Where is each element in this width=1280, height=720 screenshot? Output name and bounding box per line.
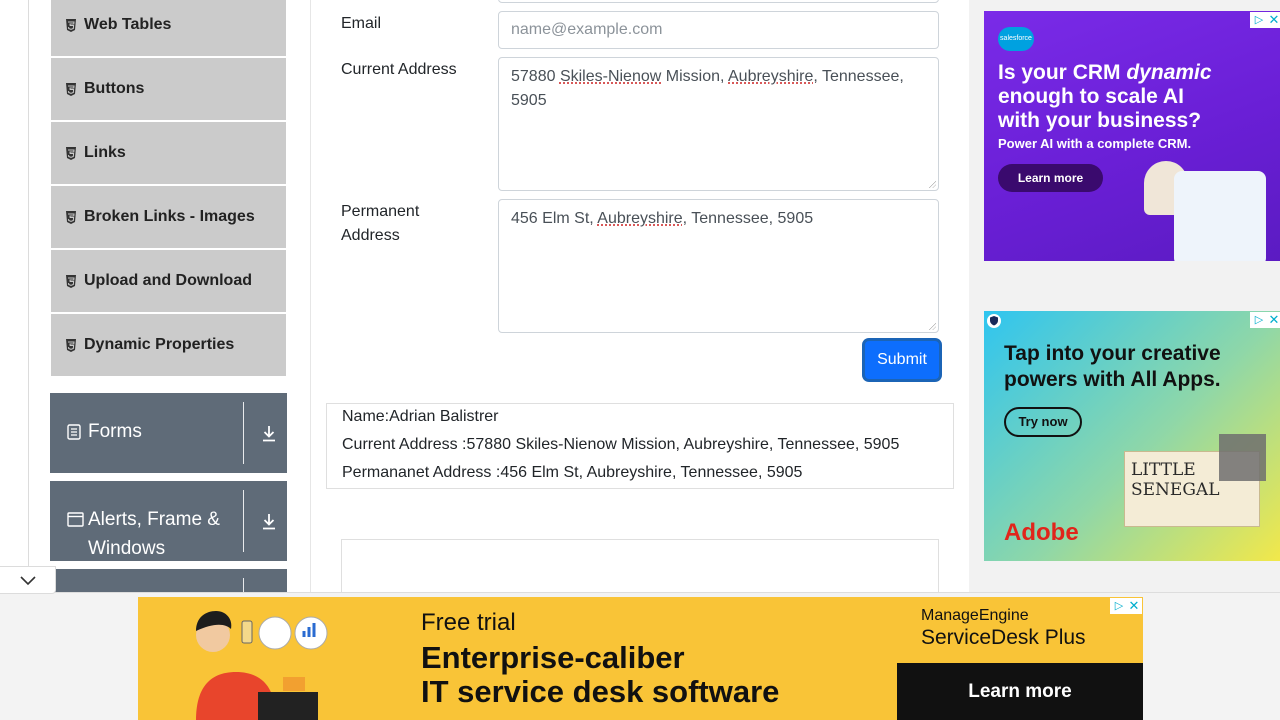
ad-overlay-square	[1219, 434, 1266, 481]
email-label: Email	[341, 15, 382, 32]
ad-headline-italic: dynamic	[1126, 61, 1212, 84]
html5-icon	[66, 210, 76, 224]
email-placeholder: name@example.com	[511, 21, 663, 38]
output-current-address: Current Address :57880 Skiles-Nienow Mis…	[342, 436, 900, 453]
output-panel: Name:Adrian Balistrer Current Address :5…	[326, 403, 954, 489]
html5-icon	[66, 338, 76, 352]
close-icon[interactable]: ✕	[1126, 598, 1142, 614]
divider	[243, 490, 244, 552]
shield-icon	[987, 314, 1001, 328]
group-header-alerts-frames[interactable]: Alerts, Frame & Windows	[50, 481, 287, 561]
name-field-bottom-edge[interactable]	[498, 0, 939, 3]
ad-adobe-banner[interactable]: Tap into your creative powers with All A…	[984, 311, 1280, 561]
sidebar-item-label: Links	[84, 144, 126, 161]
sidebar-item-links[interactable]: Links	[51, 122, 286, 184]
download-icon[interactable]	[261, 425, 277, 442]
ad-headline: Enterprise-caliber IT service desk softw…	[421, 641, 779, 709]
form-icon	[67, 424, 81, 440]
ad-headline-line2: enough to scale AI	[998, 85, 1184, 108]
ad-headline-line2: powers with All Apps.	[1004, 368, 1221, 391]
current-address-textarea[interactable]: 57880 Skiles-Nienow Mission, Aubreyshire…	[498, 57, 939, 191]
ad-headline-line1: Enterprise-caliber	[421, 640, 685, 675]
permanent-address-textarea[interactable]: 456 Elm St, Aubreyshire, Tennessee, 5905	[498, 199, 939, 333]
ad-cta-button[interactable]: Learn more	[897, 663, 1143, 720]
close-icon[interactable]: ✕	[1266, 312, 1280, 328]
sidebar-item-label: Upload and Download	[84, 272, 252, 289]
submit-button[interactable]: Submit	[865, 341, 939, 379]
sidebar-item-upload-download[interactable]: Upload and Download	[51, 250, 286, 312]
close-icon[interactable]: ✕	[1266, 12, 1280, 28]
ad-headline-line2: IT service desk software	[421, 674, 780, 709]
resize-handle[interactable]	[929, 323, 936, 330]
group-header-forms[interactable]: Forms	[50, 393, 287, 473]
window-icon	[67, 512, 84, 527]
ad-subline: Power AI with a complete CRM.	[998, 136, 1192, 151]
download-icon[interactable]	[261, 513, 277, 530]
poster-line2: SENEGAL	[1131, 480, 1220, 500]
ad-brand: salesforce	[1000, 35, 1032, 42]
salesforce-logo-icon: salesforce	[998, 27, 1034, 51]
collapse-ad-button[interactable]	[0, 566, 56, 594]
sidebar-item-web-tables[interactable]: Web Tables	[51, 0, 286, 56]
permanent-address-label-line2: Address	[341, 227, 400, 244]
sidebar-item-label: Broken Links - Images	[84, 208, 255, 225]
sidebar-item-dynamic-properties[interactable]: Dynamic Properties	[51, 314, 286, 376]
ad-headline: Tap into your creative powers with All A…	[1004, 341, 1221, 393]
output-name: Name:Adrian Balistrer	[342, 408, 499, 425]
html5-icon	[66, 18, 76, 32]
ad-kicker: Free trial	[421, 609, 516, 636]
sidebar-item-broken-links[interactable]: Broken Links - Images	[51, 186, 286, 248]
html5-icon	[66, 82, 76, 96]
current-address-label: Current Address	[341, 61, 457, 78]
adobe-logo: Adobe	[1004, 519, 1079, 546]
sidebar-item-buttons[interactable]: Buttons	[51, 58, 286, 120]
left-panel-border	[310, 0, 311, 592]
ad-cta-button[interactable]: Try now	[1004, 407, 1082, 437]
ad-headline: Is your CRM dynamic enough to scale AI w…	[998, 61, 1212, 133]
text-segment: Mission,	[661, 68, 728, 85]
ad-headline-line3: with your business?	[998, 109, 1202, 132]
output-permanent-address: Permananet Address :456 Elm St, Aubreysh…	[342, 464, 803, 481]
ad-headline-part: Is your CRM	[998, 61, 1127, 84]
group-label-line2: Windows	[88, 538, 166, 559]
ad-servicedesk-banner[interactable]: Free trial Enterprise-caliber IT service…	[138, 597, 1143, 720]
ad-illustration	[196, 611, 328, 720]
spellcheck-word: Skiles-Nienow	[559, 68, 662, 85]
empty-content-box	[341, 539, 939, 599]
resize-handle[interactable]	[929, 181, 936, 188]
chevron-down-icon	[20, 576, 36, 586]
spellcheck-word: Aubreyshire	[728, 68, 814, 85]
text-segment: , Tennessee, 5905	[682, 210, 814, 227]
brand-line1: ManageEngine	[921, 607, 1029, 624]
ad-headline-line1: Tap into your creative	[1004, 342, 1221, 365]
ad-crm-banner[interactable]: salesforce Is your CRM dynamic enough to…	[984, 11, 1280, 261]
sidebar-item-label: Dynamic Properties	[84, 336, 235, 353]
email-input[interactable]: name@example.com	[498, 11, 939, 49]
group-label: Forms	[88, 421, 142, 442]
ad-chat-mockup	[1174, 171, 1266, 261]
poster-line1: LITTLE	[1131, 460, 1196, 480]
permanent-address-label-line1: Permanent	[341, 203, 420, 220]
divider	[243, 402, 244, 464]
html5-icon	[66, 146, 76, 160]
ad-cta-button[interactable]: Learn more	[998, 164, 1103, 192]
manageengine-logo: ManageEngine ServiceDesk Plus	[921, 607, 1086, 651]
sidebar-item-label: Web Tables	[84, 16, 172, 33]
group-label-line1: Alerts, Frame &	[88, 509, 220, 530]
left-rail	[28, 0, 29, 592]
spellcheck-word: Aubreyshire	[597, 210, 683, 227]
brand-line2: ServiceDesk Plus	[921, 626, 1086, 649]
text-segment: 456 Elm St,	[511, 210, 598, 227]
sidebar-item-label: Buttons	[84, 80, 145, 97]
text-segment: 57880	[511, 68, 560, 85]
html5-icon	[66, 274, 76, 288]
